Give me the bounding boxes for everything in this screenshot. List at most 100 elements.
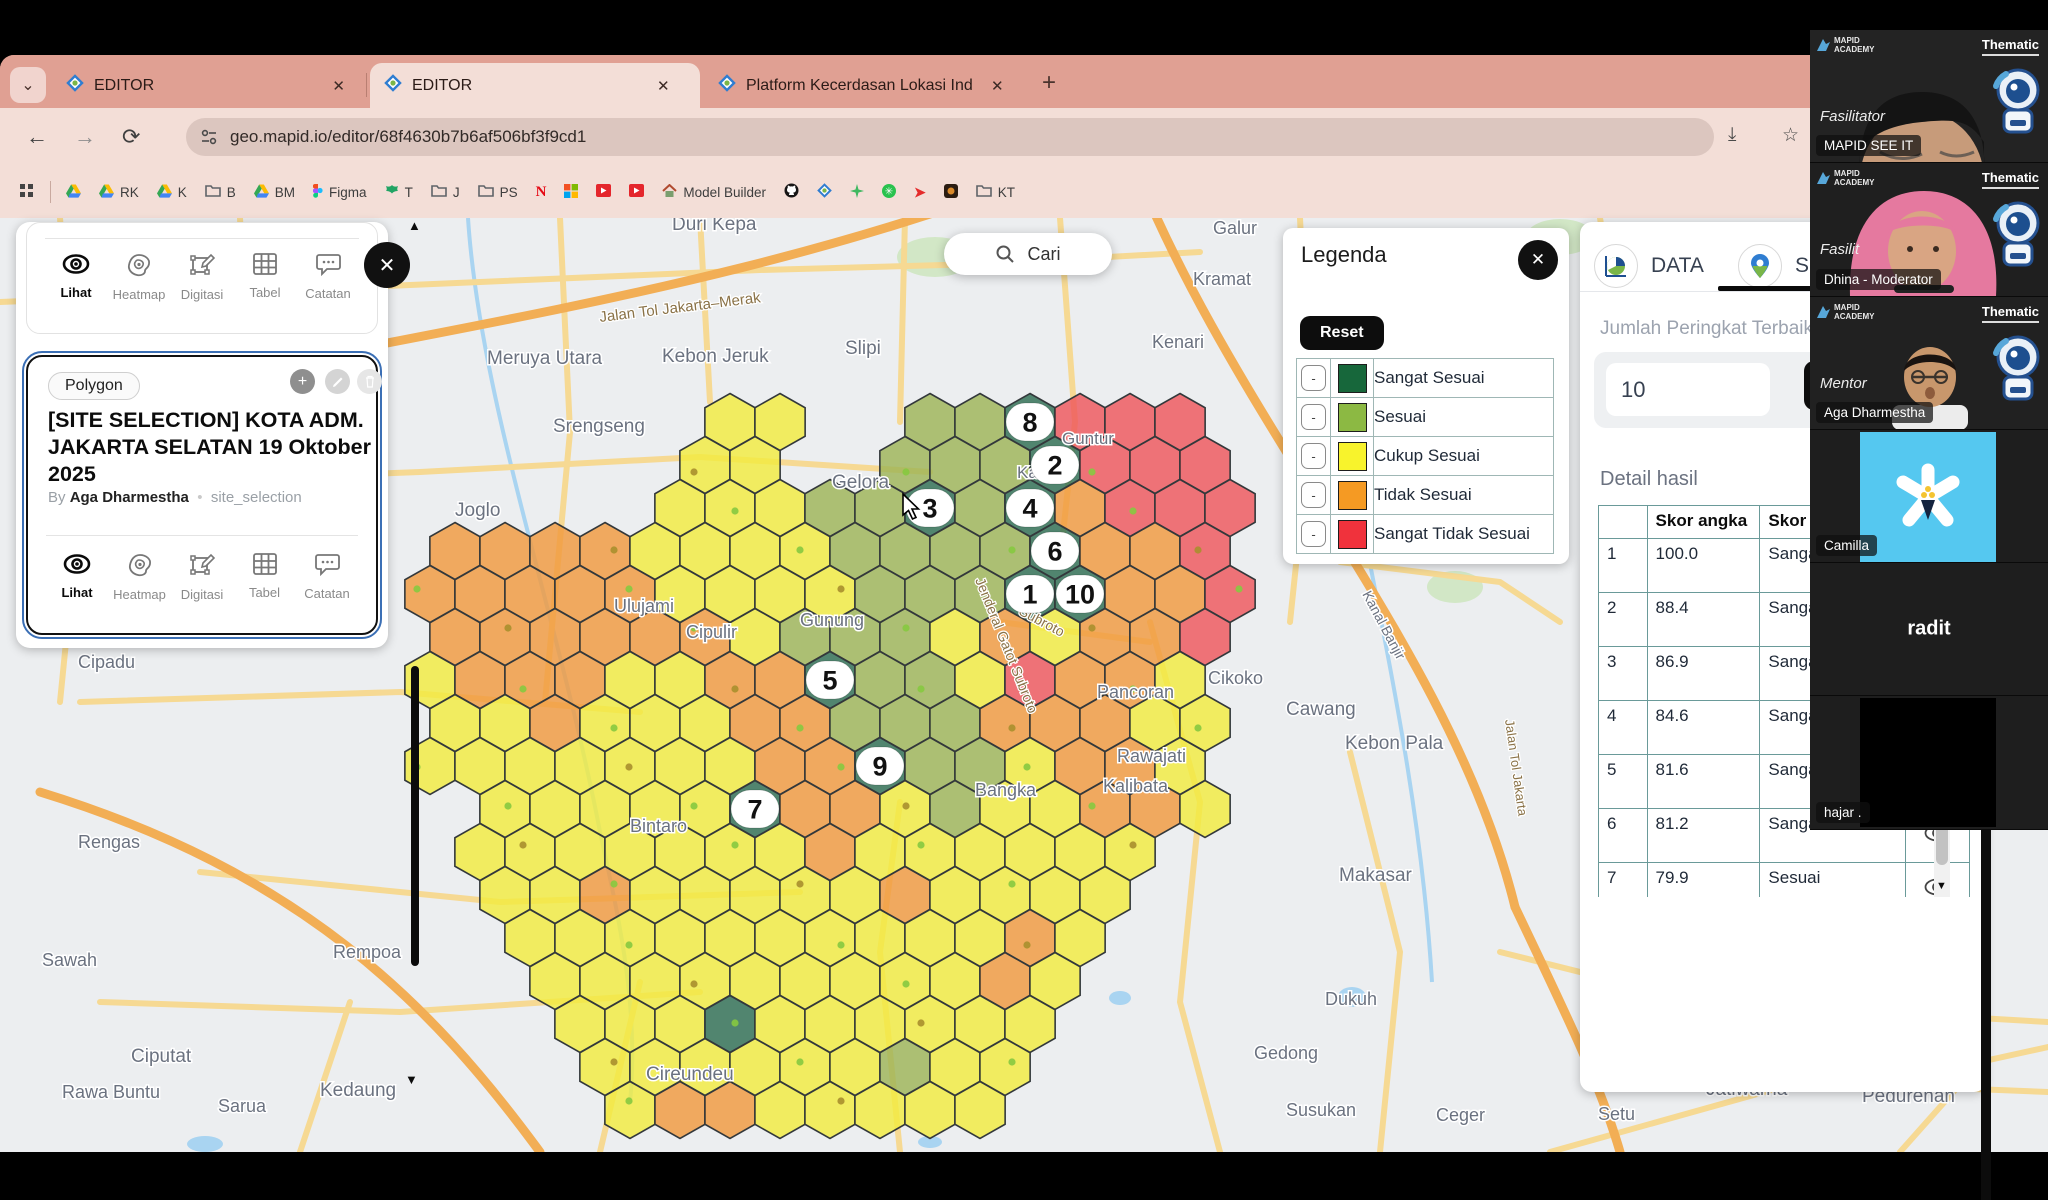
map-label: Pancoran (1097, 682, 1174, 702)
bookmark-item[interactable] (622, 180, 651, 204)
reload-icon[interactable]: ⟳ (122, 124, 140, 150)
bookmark-item[interactable] (12, 179, 42, 206)
legend-minus-button[interactable]: - (1301, 365, 1326, 391)
video-tile-mapid-see-it[interactable]: MAPIDACADEMYThematicFasilitatorMAPID SEE… (1810, 30, 2048, 163)
action-tabel[interactable]: Tabel (234, 253, 296, 302)
legend-minus-button[interactable]: - (1301, 482, 1326, 508)
digitasi-icon (190, 553, 215, 582)
action-catatan[interactable]: Catatan (296, 553, 358, 602)
bookmark-t[interactable]: T (378, 180, 420, 205)
rank-marker-7[interactable]: 7 (731, 790, 779, 828)
forward-icon[interactable]: → (74, 124, 96, 150)
tab-editor-1[interactable]: EDITOR ✕ (52, 63, 364, 108)
rank-marker-1[interactable]: 1 (1006, 575, 1054, 613)
bookmark-item[interactable] (937, 180, 965, 205)
legend-row: -Sangat Tidak Sesuai (1297, 515, 1554, 554)
panel-close-button[interactable]: ✕ (364, 242, 410, 288)
table-scroll-down-icon[interactable]: ▼ (1936, 880, 1947, 892)
bookmark-item[interactable] (557, 180, 585, 205)
result-row[interactable]: 779.9Sesuai (1599, 863, 1970, 898)
bookmark-model-builder[interactable]: Model Builder (655, 180, 773, 205)
legend-minus-button[interactable]: - (1301, 443, 1326, 469)
action-digitasi[interactable]: Digitasi (171, 553, 233, 602)
action-lihat[interactable]: Lihat (46, 553, 108, 602)
action-catatan[interactable]: Catatan (297, 253, 359, 302)
bookmark-item[interactable] (810, 179, 839, 205)
bookmark-item[interactable]: ✳ (875, 180, 903, 205)
scroll-down-icon[interactable]: ▼ (405, 1072, 418, 1087)
video-tile-aga-dharmestha[interactable]: MAPIDACADEMYThematicMentorAga Dharmestha (1810, 297, 2048, 430)
bookmark-bm[interactable]: BM (247, 180, 302, 205)
rank-marker-9[interactable]: 9 (856, 747, 904, 785)
bookmark-b[interactable]: B (198, 180, 243, 204)
rank-marker-5[interactable]: 5 (806, 661, 854, 699)
action-heatmap[interactable]: Heatmap (109, 553, 171, 602)
legend-color-swatch (1338, 442, 1367, 471)
bookmark-star-icon[interactable]: ☆ (1782, 124, 1799, 147)
bookmark-item[interactable]: N (529, 180, 554, 205)
map-label: Gelora (832, 472, 889, 493)
new-tab-button[interactable]: + (1042, 69, 1056, 97)
layer-card-top[interactable]: LihatHeatmapDigitasiTabelCatatan (26, 222, 378, 334)
edit-button[interactable] (325, 369, 350, 394)
catatan-icon (315, 553, 340, 581)
legend-reset-button[interactable]: Reset (1300, 316, 1384, 350)
add-button[interactable]: + (290, 369, 315, 394)
action-lihat[interactable]: Lihat (45, 253, 107, 302)
rank-marker-10[interactable]: 10 (1056, 575, 1104, 613)
map-search[interactable]: Cari (944, 233, 1112, 275)
tab-search-button[interactable]: ⌄ (10, 67, 46, 103)
rank-marker-6[interactable]: 6 (1031, 532, 1079, 570)
tab-close-icon[interactable]: ✕ (327, 75, 350, 97)
video-tile-dhina-moderator[interactable]: MAPIDACADEMYThematicFasilitDhina - Moder… (1810, 163, 2048, 296)
rank-marker-4[interactable]: 4 (1006, 489, 1054, 527)
drive-icon (66, 184, 81, 201)
participant-name-center: radit (1907, 618, 1950, 641)
scroll-up-icon[interactable]: ▲ (408, 218, 421, 233)
legend-close-button[interactable]: ✕ (1518, 240, 1558, 280)
svg-text:3: 3 (922, 494, 937, 524)
delete-button[interactable] (357, 369, 382, 394)
install-icon[interactable]: ⤓ (1728, 124, 1736, 146)
mapid-favicon (384, 74, 402, 97)
legend-minus-button[interactable]: - (1301, 404, 1326, 430)
video-tile-hajar-[interactable]: hajar . (1810, 696, 2048, 829)
map-label: Makasar (1339, 865, 1413, 886)
lihat-icon (63, 553, 91, 580)
tab-site[interactable]: SI (1738, 244, 1815, 288)
bookmark-item[interactable] (843, 180, 871, 205)
polygon-layer-card[interactable]: Polygon + [SITE SELECTION] KOTA ADM. JAK… (26, 355, 378, 635)
left-scrollbar-thumb[interactable] (411, 666, 419, 966)
bookmark-rk[interactable]: RK (92, 180, 146, 205)
bookmark-kt[interactable]: KT (969, 180, 1022, 204)
hex-grid-layer (405, 394, 1255, 1139)
bookmark-ps[interactable]: PS (471, 180, 525, 204)
browser-toolbar: ← → ⟳ geo.mapid.io/editor/68f4630b7b6af5… (0, 108, 2048, 166)
bookmark-j[interactable]: J (424, 180, 467, 204)
bookmark-item[interactable] (777, 179, 806, 205)
video-tile-radit[interactable]: radit (1810, 563, 2048, 696)
tab-data[interactable]: DATA (1594, 244, 1704, 288)
rank-marker-8[interactable]: 8 (1006, 403, 1054, 441)
rank-marker-2[interactable]: 2 (1031, 446, 1079, 484)
bookmark-k[interactable]: K (150, 180, 194, 205)
action-tabel[interactable]: Tabel (234, 553, 296, 602)
bookmark-item[interactable]: ➤ (907, 180, 933, 205)
action-heatmap[interactable]: Heatmap (108, 253, 170, 302)
tab-editor-2[interactable]: EDITOR ✕ (370, 63, 700, 108)
action-digitasi[interactable]: Digitasi (171, 253, 233, 302)
back-icon[interactable]: ← (26, 124, 48, 150)
tab-platform[interactable]: Platform Kecerdasan Lokasi Ind ✕ (704, 63, 1030, 108)
tab-close-icon[interactable]: ✕ (652, 75, 675, 97)
legend-minus-button[interactable]: - (1301, 521, 1326, 547)
bookmark-label: T (405, 185, 413, 200)
legend-row: -Tidak Sesuai (1297, 476, 1554, 515)
address-bar[interactable]: geo.mapid.io/editor/68f4630b7b6af506bf3f… (186, 118, 1714, 156)
video-tile-camilla[interactable]: Camilla (1810, 430, 2048, 563)
bookmark-item[interactable] (59, 180, 88, 205)
tab-close-icon[interactable]: ✕ (986, 75, 1009, 97)
bookmark-item[interactable] (589, 180, 618, 204)
bookmark-label: Model Builder (683, 185, 766, 200)
bookmark-figma[interactable]: Figma (306, 179, 374, 205)
rank-count-input[interactable]: 10 (1606, 363, 1770, 416)
